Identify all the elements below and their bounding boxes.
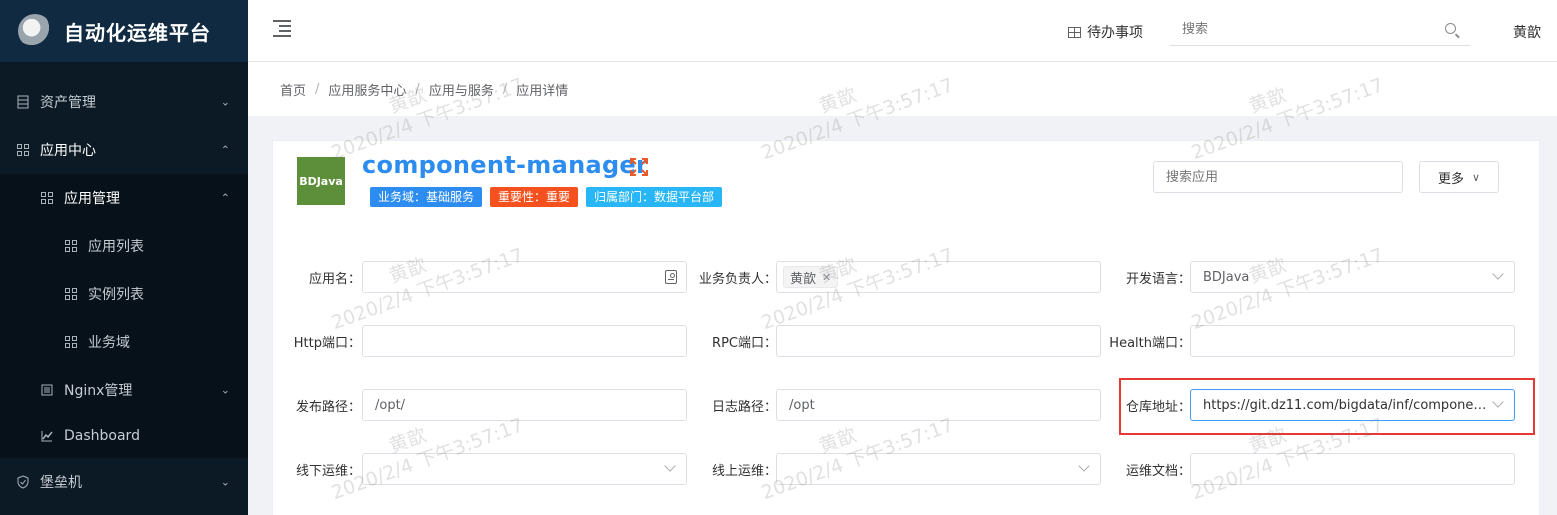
sidebar-item-label: 业务域 [88,335,130,351]
sidebar-item-label: 应用列表 [88,239,144,255]
chevron-down-icon [664,460,676,472]
grid-icon [40,191,54,205]
health-port-label: Health端口： [1109,335,1191,351]
sidebar-item-label: 实例列表 [88,287,144,303]
owner-label: 业务负责人： [698,271,777,287]
app-name-field[interactable] [362,261,687,293]
form-row-4: 线下运维： 线上运维： 运维文档： [273,453,1539,485]
sidebar-item-assets[interactable]: 资产管理 ⌄ [0,78,248,126]
tag-importance: 重要性：重要 [490,187,579,207]
expand-icon[interactable] [629,157,649,177]
todo-label: 待办事项 [1087,25,1143,41]
breadcrumb-service-center[interactable]: 应用服务中心 [328,80,406,99]
grid-icon [16,143,30,157]
app-tags: 业务域：基础服务 重要性：重要 归属部门：数据平台部 [370,187,723,207]
brand[interactable]: 自动化运维平台 [0,0,248,62]
sidebar-item-label: 应用中心 [40,143,96,159]
chevron-down-icon: ⌄ [220,383,230,397]
owner-chip: 黄歆 ✕ [783,266,839,288]
server-icon [16,95,30,109]
chevron-down-icon [1492,268,1504,280]
menu-collapse-icon[interactable] [273,20,291,37]
sidebar: 自动化运维平台 资产管理 ⌄ 应用中心 ⌃ 应用管理 ⌃ 应用列表 实例列表 业… [0,0,248,515]
breadcrumb-apps-services[interactable]: 应用与服务 [429,80,494,99]
app-logo: BDJava [297,157,345,205]
app-search-input[interactable] [1153,161,1403,193]
chevron-down-icon: ⌄ [220,475,230,489]
close-icon[interactable]: ✕ [822,271,831,284]
more-button[interactable]: 更多 ∨ [1419,161,1499,193]
rpc-port-label: RPC端口： [712,335,777,351]
grid-icon [64,287,78,301]
tag-business-domain: 业务域：基础服务 [370,187,483,207]
online-ops-label: 线上运维： [711,463,777,479]
app-detail-card: BDJava component-manager 业务域：基础服务 重要性：重要… [272,140,1540,515]
shark-logo-icon [18,14,52,48]
app-name-label: 应用名： [308,271,361,287]
sidebar-item-dashboard[interactable]: Dashboard [0,414,248,458]
breadcrumb-separator: / [415,81,420,97]
global-search [1170,14,1470,46]
chevron-up-icon: ⌃ [220,143,230,157]
sidebar-item-app-center[interactable]: 应用中心 ⌃ [0,126,248,174]
global-search-input[interactable] [1170,14,1430,44]
search-icon[interactable] [1445,23,1456,34]
deploy-path-field[interactable]: /opt/ [362,389,687,421]
log-path-field[interactable]: /opt [776,389,1101,421]
brand-title: 自动化运维平台 [64,20,211,45]
shield-icon [16,475,30,489]
top-header: 待办事项 黄歆 [248,0,1557,62]
sidebar-item-business-domain[interactable]: 业务域 [0,318,248,366]
owner-select[interactable]: 黄歆 ✕ [776,261,1101,293]
dev-lang-label: 开发语言： [1125,271,1191,287]
ops-doc-label: 运维文档： [1125,463,1191,479]
sidebar-item-label: Dashboard [64,428,140,444]
sidebar-item-label: Nginx管理 [64,383,133,399]
chevron-up-icon: ⌃ [220,191,230,205]
tag-department: 归属部门：数据平台部 [586,187,723,207]
sidebar-item-label: 堡垒机 [40,475,82,491]
more-label: 更多 [1437,171,1464,187]
grid-icon [64,335,78,349]
breadcrumb-current: 应用详情 [516,83,569,99]
sidebar-menu: 资产管理 ⌄ 应用中心 ⌃ 应用管理 ⌃ 应用列表 实例列表 业务域 Nginx… [0,78,248,506]
sidebar-item-bastion[interactable]: 堡垒机 ⌄ [0,458,248,506]
form-row-2: Http端口： RPC端口： Health端口： [273,325,1539,357]
chevron-down-icon [1078,460,1090,472]
app-name: component-manager [362,151,649,179]
log-path-label: 日志路径： [711,399,777,415]
document-icon [40,383,54,397]
deploy-path-label: 发布路径： [295,399,361,415]
online-ops-select[interactable] [776,453,1101,485]
offline-ops-select[interactable] [362,453,687,485]
grid-icon [64,239,78,253]
chevron-down-icon: ∨ [1471,170,1481,184]
breadcrumb-separator: / [315,81,320,97]
table-icon [1068,26,1081,38]
sidebar-item-label: 资产管理 [40,95,96,111]
breadcrumb-home[interactable]: 首页 [280,80,306,99]
bar-chart-icon [40,429,54,443]
offline-ops-label: 线下运维： [295,463,361,479]
highlight-box [1119,378,1535,435]
user-name[interactable]: 黄歆 [1513,22,1541,42]
submenu-app-center: 应用管理 ⌃ 应用列表 实例列表 业务域 Nginx管理 ⌄ Dashboard [0,174,248,458]
rpc-port-field[interactable] [776,325,1101,357]
http-port-label: Http端口： [293,335,361,351]
sidebar-item-nginx[interactable]: Nginx管理 ⌄ [0,366,248,414]
sidebar-item-app-management[interactable]: 应用管理 ⌃ [0,174,248,222]
form-row-1: 应用名： 业务负责人： 黄歆 ✕ 开发语言： BDJava [273,261,1539,293]
sidebar-item-label: 应用管理 [64,191,120,207]
dev-lang-select[interactable]: BDJava [1190,261,1515,293]
sidebar-item-instance-list[interactable]: 实例列表 [0,270,248,318]
sidebar-item-app-list[interactable]: 应用列表 [0,222,248,270]
http-port-field[interactable] [362,325,687,357]
todo-button[interactable]: 待办事项 [1068,22,1143,42]
breadcrumb-separator: / [502,81,508,97]
contact-card-icon [665,270,677,284]
breadcrumb: 首页 / 应用服务中心 / 应用与服务 / 应用详情 [248,62,1557,116]
chevron-down-icon: ⌄ [220,95,230,109]
ops-doc-field[interactable] [1190,453,1515,485]
health-port-field[interactable] [1190,325,1515,357]
